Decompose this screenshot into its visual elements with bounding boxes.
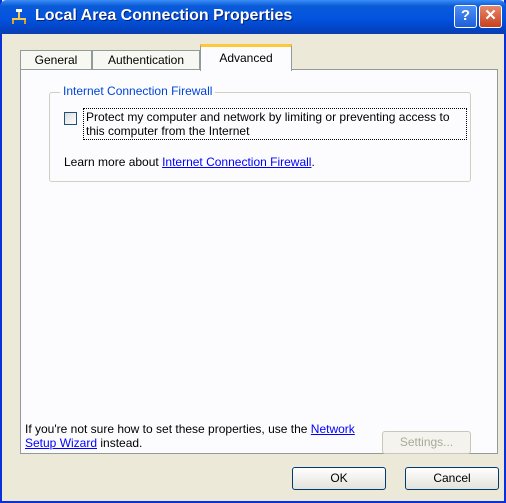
wizard-hint-prefix: If you're not sure how to set these prop… — [25, 422, 311, 436]
firewall-checkbox-label[interactable]: Protect my computer and network by limit… — [83, 108, 467, 140]
firewall-checkbox[interactable] — [64, 112, 77, 125]
window-title: Local Area Connection Properties — [35, 7, 293, 24]
wizard-hint-suffix: instead. — [97, 436, 143, 450]
learn-more-text: Learn more about Internet Connection Fir… — [64, 155, 315, 169]
wizard-hint: If you're not sure how to set these prop… — [25, 422, 365, 450]
firewall-help-link[interactable]: Internet Connection Firewall — [162, 155, 311, 169]
ok-button[interactable]: OK — [292, 467, 386, 490]
cancel-button[interactable]: Cancel — [405, 467, 499, 490]
learn-more-prefix: Learn more about — [64, 155, 163, 169]
settings-button[interactable]: Settings... — [382, 431, 471, 454]
properties-window: Local Area Connection Properties ? ✕ Gen… — [0, 0, 506, 503]
help-button[interactable]: ? — [454, 5, 477, 28]
network-connection-icon — [9, 7, 29, 27]
learn-more-suffix: . — [311, 155, 315, 169]
firewall-group-title: Internet Connection Firewall — [60, 84, 216, 98]
firewall-group: Internet Connection Firewall Protect my … — [49, 84, 471, 182]
tab-advanced[interactable]: Advanced — [200, 44, 292, 71]
advanced-tab-panel: Internet Connection Firewall Protect my … — [20, 69, 498, 454]
tab-general[interactable]: General — [20, 50, 92, 70]
tab-authentication[interactable]: Authentication — [92, 50, 200, 70]
title-bar[interactable]: Local Area Connection Properties ? ✕ — [0, 0, 506, 34]
close-button[interactable]: ✕ — [479, 5, 502, 28]
